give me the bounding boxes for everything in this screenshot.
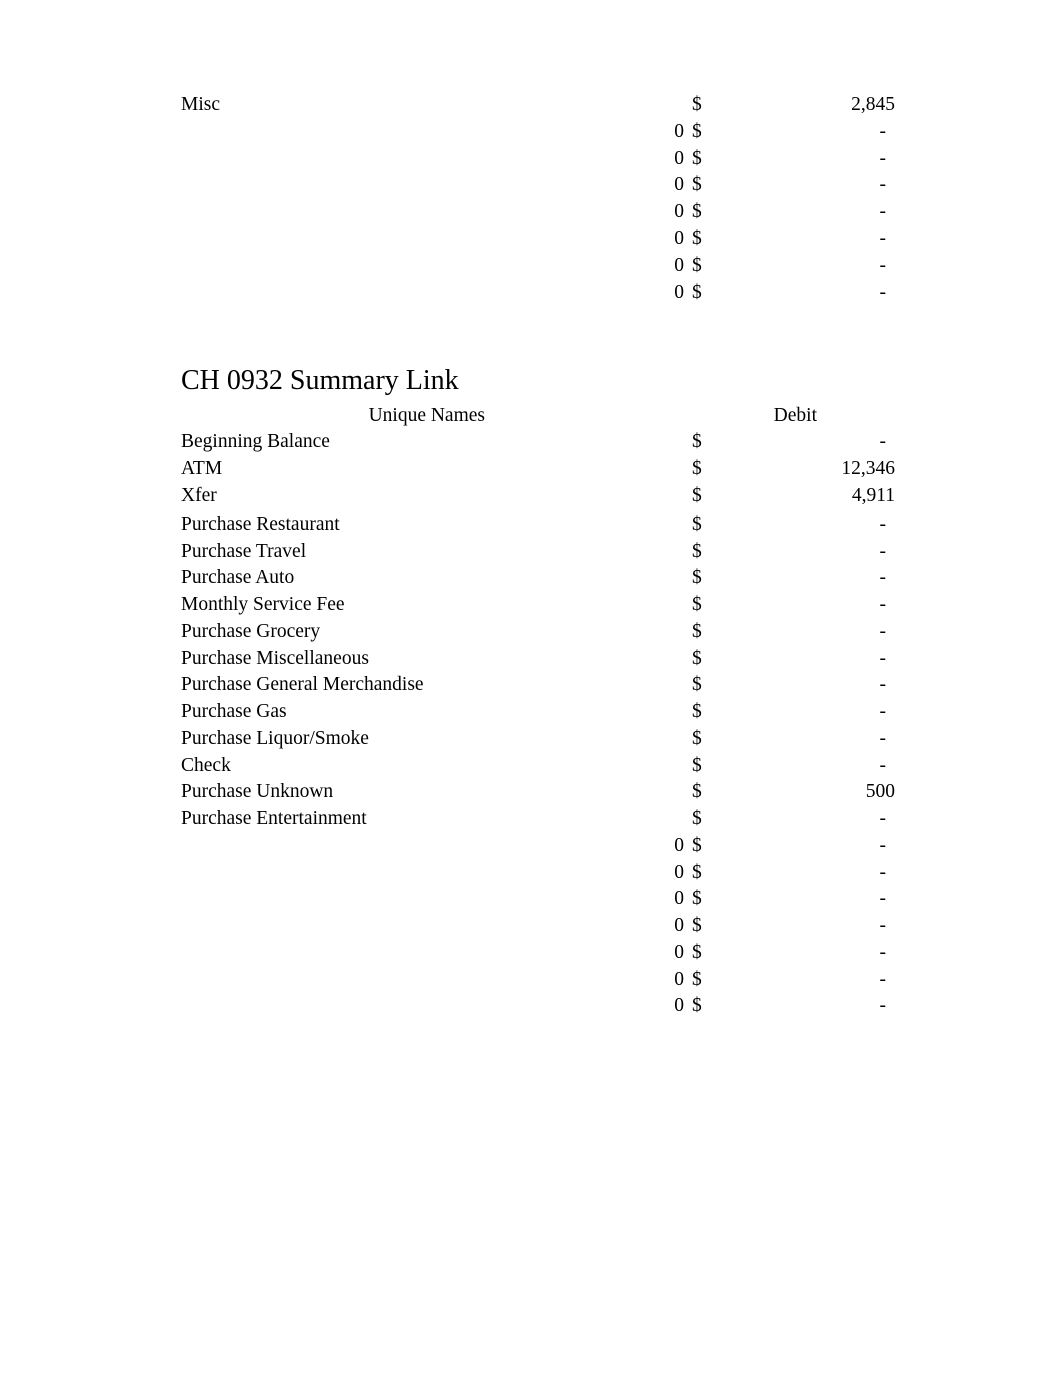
row-label: Xfer <box>181 484 217 506</box>
table-row: Purchase Entertainment $ - <box>0 809 1062 836</box>
row-debit-value: - <box>879 968 887 990</box>
row-label: Purchase Entertainment <box>181 808 367 829</box>
row-debit-value: - <box>879 888 887 910</box>
row-count-value: 0 <box>674 147 684 169</box>
row-label: Check <box>181 754 231 776</box>
row-debit-value: - <box>879 674 887 696</box>
row-debit-value: - <box>879 174 887 196</box>
row-debit-value: - <box>879 915 887 936</box>
table-row: 0 $ - <box>0 202 1062 229</box>
row-debit-value: 4,911 <box>851 484 895 506</box>
row-count-value: 0 <box>674 888 684 910</box>
row-debit-value: - <box>879 941 887 963</box>
table-row: Check $ - <box>0 754 1062 783</box>
table-row: 0 $ - <box>0 175 1062 202</box>
table-row: Purchase Restaurant $ - <box>0 515 1062 542</box>
table-row: Purchase General Merchandise $ - <box>0 675 1062 702</box>
table-row: Purchase Auto $ - <box>0 568 1062 595</box>
table-row: Beginning Balance $ - <box>0 432 1062 459</box>
row-debit-value: - <box>879 201 887 223</box>
row-label: Purchase Restaurant <box>181 513 340 535</box>
document-page: Misc $2,845 0 $ -0 $ -0 $ -0 $ -0 $ -0 $ -0 $ - CH 0932 … <box>0 0 1062 1377</box>
row-debit-value: - <box>879 281 887 303</box>
row-debit-value: - <box>879 567 887 589</box>
row-label: Purchase Auto <box>181 567 295 589</box>
row-debit-value: - <box>879 228 887 249</box>
table-row: Misc $2,845 <box>0 95 1062 122</box>
row-count-value: 0 <box>674 254 684 276</box>
row-label: ATM <box>181 457 223 479</box>
table-row: 0 $ - <box>0 916 1062 943</box>
row-debit-value: - <box>879 147 887 169</box>
row-debit-value: 12,346 <box>841 457 895 479</box>
table-row: Purchase Miscellaneous $ - <box>0 647 1062 676</box>
table-row: Purchase Liquor/Smoke $ - <box>0 729 1062 756</box>
row-label: Purchase Unknown <box>181 781 334 803</box>
row-debit-value: - <box>879 834 887 856</box>
row-debit-value: - <box>879 808 887 829</box>
row-label: Misc <box>181 94 220 115</box>
column-header-unique-names: Unique Names <box>368 405 485 426</box>
row-label: Purchase Liquor/Smoke <box>181 727 369 749</box>
table-row: 0 $ - <box>0 943 1062 970</box>
row-count-value: 0 <box>674 120 684 142</box>
table-row: ATM $12,346 <box>0 459 1062 486</box>
table-row: Xfer $4,911 <box>0 484 1062 513</box>
row-count-value: 0 <box>674 228 684 249</box>
table-row: 0 $ - <box>0 968 1062 997</box>
table-row: 0 $ - <box>0 836 1062 863</box>
row-debit-value: - <box>879 513 887 535</box>
row-count-value: 0 <box>674 201 684 223</box>
table-row: 0 $ - <box>0 283 1062 310</box>
row-debit-value: - <box>879 754 887 776</box>
table-row: Purchase Unknown $500 <box>0 782 1062 809</box>
row-debit-value: 2,845 <box>851 94 895 115</box>
table-row: Purchase Grocery $ - <box>0 622 1062 649</box>
row-count-value: 0 <box>674 281 684 303</box>
row-debit-value: - <box>879 995 887 1017</box>
row-debit-value: 500 <box>865 781 895 803</box>
row-label: Beginning Balance <box>181 431 330 452</box>
column-header-debit: Debit <box>773 405 817 426</box>
column-header-row: Unique Names Debit <box>0 406 1062 433</box>
row-label: Purchase General Merchandise <box>181 674 424 696</box>
row-debit-value: - <box>879 861 887 883</box>
row-debit-value: - <box>879 431 887 452</box>
row-count-value: 0 <box>674 861 684 883</box>
table-row: 0 $ - <box>0 256 1062 283</box>
table-row: Monthly Service Fee $ - <box>0 595 1062 622</box>
table-row: 0 $ - <box>0 889 1062 916</box>
row-count-value: 0 <box>674 968 684 990</box>
row-debit-value: - <box>879 594 887 615</box>
table-row: 0 $ - <box>0 996 1062 1023</box>
row-debit-value: - <box>879 620 887 642</box>
table-row: 0 $ - <box>0 861 1062 890</box>
row-count-value: 0 <box>674 915 684 936</box>
row-debit-value: - <box>879 540 887 562</box>
row-debit-value: - <box>879 701 887 722</box>
row-label: Purchase Gas <box>181 701 287 722</box>
row-label: Purchase Grocery <box>181 620 321 642</box>
row-label: Monthly Service Fee <box>181 594 345 615</box>
row-label: Purchase Travel <box>181 540 307 562</box>
row-debit-value: - <box>879 120 887 142</box>
table-row: Purchase Gas $ - <box>0 702 1062 729</box>
row-debit-value: - <box>879 647 887 669</box>
table-row: 0 $ - <box>0 122 1062 149</box>
row-count-value: 0 <box>674 834 684 856</box>
row-label: Purchase Miscellaneous <box>181 647 369 669</box>
row-debit-value: - <box>879 254 887 276</box>
table-row: Purchase Travel $ - <box>0 540 1062 569</box>
table-row: 0 $ - <box>0 149 1062 176</box>
row-count-value: 0 <box>674 995 684 1017</box>
section-title: CH 0932 Summary Link <box>181 365 459 396</box>
row-count-value: 0 <box>674 174 684 196</box>
table-row: 0 $ - <box>0 229 1062 256</box>
row-debit-value: - <box>879 727 887 749</box>
row-count-value: 0 <box>674 941 684 963</box>
